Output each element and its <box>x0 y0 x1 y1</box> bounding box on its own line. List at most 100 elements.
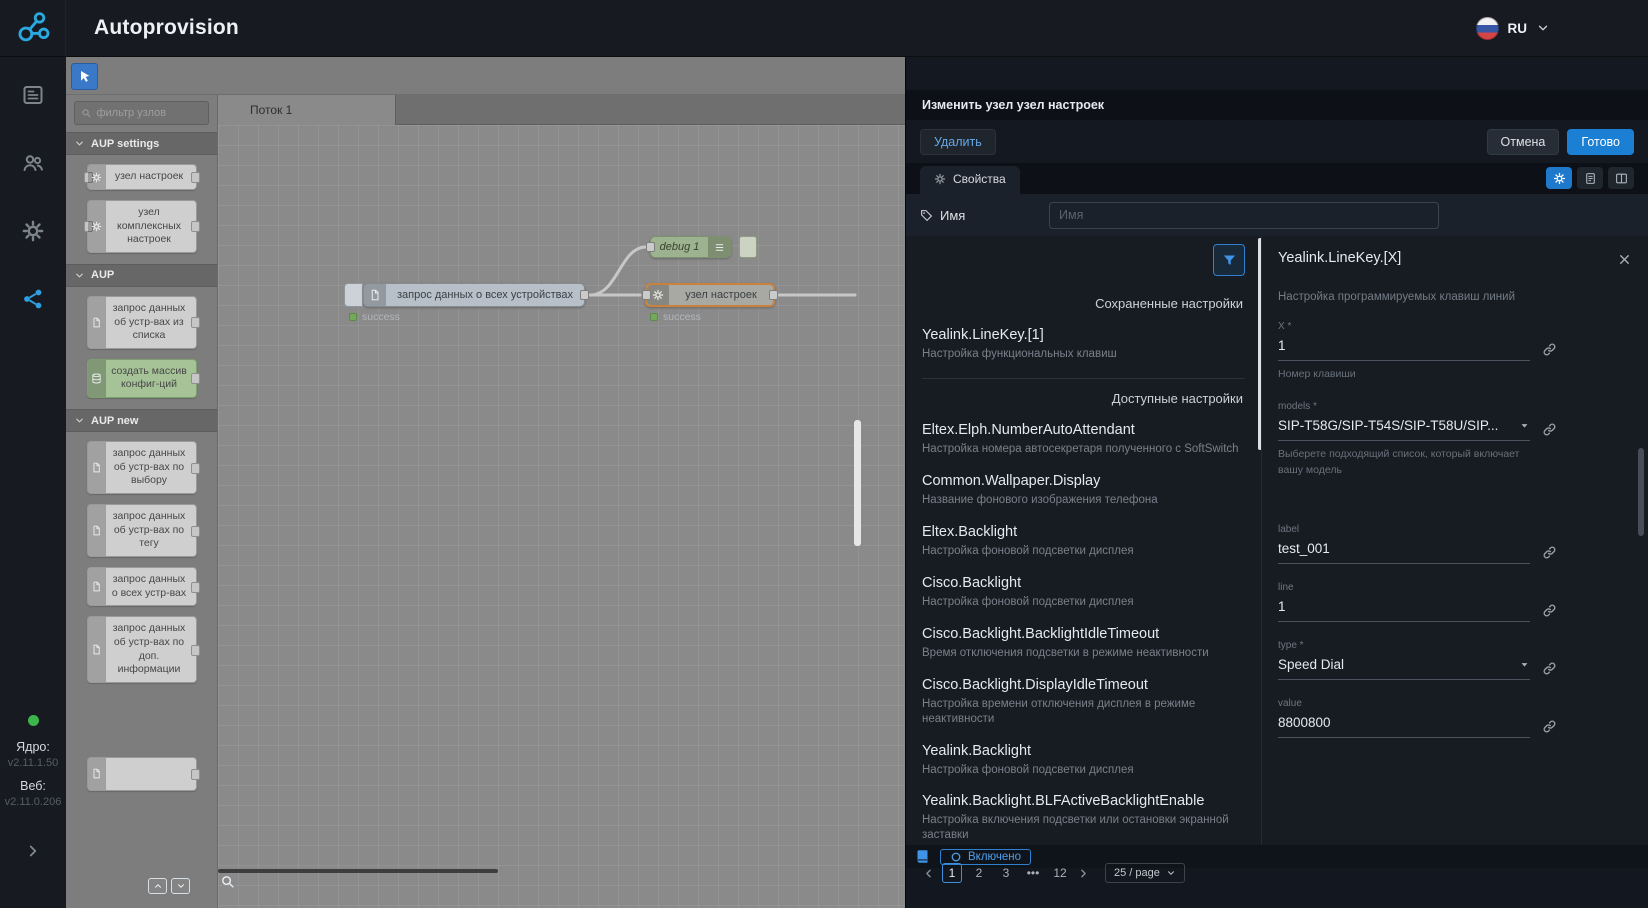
list-item-subtitle: Настройка фоновой подсветки дисплея <box>922 763 1245 778</box>
palette-node-request-list[interactable]: запрос данных об устр-вах из списка <box>87 296 197 349</box>
pagination-next-button[interactable] <box>1077 867 1090 880</box>
flow-wires <box>218 125 905 908</box>
list-item-title: Yealink.Backlight <box>922 743 1245 759</box>
pagination-page-2[interactable]: 2 <box>969 863 989 883</box>
pagination-page-1[interactable]: 1 <box>942 863 962 883</box>
rail-item-users[interactable] <box>13 143 53 183</box>
canvas-vertical-scrollbar[interactable] <box>854 420 861 546</box>
delete-button[interactable]: Удалить <box>920 129 996 155</box>
canvas-horizontal-scrollbar[interactable] <box>218 869 498 873</box>
description-view-button[interactable] <box>1577 167 1603 189</box>
flow-canvas[interactable]: запрос данных о всех устройствах success… <box>218 125 905 908</box>
palette-node-request-by-extra-info[interactable]: запрос данных об устр-вах по доп. информ… <box>87 616 197 683</box>
flow-node-label: запрос данных о всех устройствах <box>386 284 584 306</box>
pagination-page-12[interactable]: 12 <box>1050 863 1070 883</box>
palette-section-aup-settings[interactable]: AUP settings <box>66 132 217 155</box>
link-icon[interactable] <box>1542 603 1557 618</box>
pagination-page-3[interactable]: 3 <box>996 863 1016 883</box>
done-button[interactable]: Готово <box>1567 129 1634 155</box>
input-port[interactable] <box>642 290 651 300</box>
chevron-down-icon <box>74 415 85 426</box>
output-port[interactable] <box>769 290 778 300</box>
expand-all-button[interactable] <box>171 878 190 894</box>
pagination-prev-button[interactable] <box>922 867 935 880</box>
appearance-view-button[interactable] <box>1608 167 1634 189</box>
value-input[interactable]: 8800800 <box>1278 715 1530 738</box>
pointer-tool-button[interactable] <box>71 63 98 90</box>
detail-title: Yealink.LineKey.[X] <box>1278 250 1401 266</box>
field-helper: Номер клавиши <box>1278 367 1530 383</box>
palette-node-label: запрос данных о всех устр-вах <box>110 573 189 600</box>
palette-node-create-config-array[interactable]: создать массив конфиг-ций <box>87 359 197 398</box>
file-icon <box>88 568 106 605</box>
palette-section-items: запрос данных об устр-вах из списка созд… <box>66 287 217 409</box>
palette-node-settings[interactable]: узел настроек <box>87 164 197 190</box>
list-item[interactable]: Common.Wallpaper.Display Название фоново… <box>922 467 1245 518</box>
node-status: success <box>349 311 400 323</box>
collapse-rail-chevron-icon[interactable] <box>24 842 42 860</box>
list-item[interactable]: Cisco.Backlight Настройка фоновой подсве… <box>922 569 1245 620</box>
node-trigger-button[interactable] <box>344 283 363 307</box>
language-switcher[interactable]: RU <box>1476 17 1551 40</box>
debug-toggle-button[interactable] <box>739 236 757 258</box>
models-select[interactable]: SIP-T58G/SIP-T54S/SIP-T58U/SIP... <box>1278 418 1530 441</box>
x-input[interactable]: 1 <box>1278 338 1530 361</box>
saved-settings-header: Сохраненные настройки <box>922 284 1245 321</box>
list-item[interactable]: Yealink.Backlight Настройка фоновой подс… <box>922 737 1245 788</box>
users-icon <box>21 151 45 175</box>
list-item[interactable]: Cisco.Backlight.DisplayIdleTimeout Настр… <box>922 671 1245 737</box>
flow-node-settings-selected[interactable]: узел настроек <box>645 283 775 307</box>
list-item-subtitle: Настройка функциональных клавиш <box>922 347 1245 362</box>
rail-item-dashboard[interactable] <box>13 75 53 115</box>
palette-node-request-by-tag[interactable]: запрос данных об устр-вах по тегу <box>87 504 197 557</box>
palette-node-complex-settings[interactable]: узел комплексных настроек <box>87 200 197 253</box>
web-label: Веб: <box>20 779 46 793</box>
app-logo[interactable] <box>0 0 66 57</box>
tab-properties[interactable]: Свойства <box>920 166 1020 194</box>
flow-node-request-all-devices[interactable]: запрос данных о всех устройствах <box>363 283 585 307</box>
filter-button[interactable] <box>1213 244 1245 276</box>
rail-item-flows[interactable] <box>13 279 53 319</box>
line-input[interactable]: 1 <box>1278 599 1530 622</box>
list-item-saved[interactable]: Yealink.LineKey.[1] Настройка функционал… <box>922 321 1245 372</box>
search-icon <box>81 107 91 119</box>
detail-scrollbar[interactable] <box>1638 448 1644 536</box>
cancel-button[interactable]: Отмена <box>1487 129 1560 155</box>
page-size-select[interactable]: 25 / page <box>1105 863 1185 883</box>
link-icon[interactable] <box>1542 422 1557 437</box>
output-port[interactable] <box>580 290 589 300</box>
link-icon[interactable] <box>1542 661 1557 676</box>
type-select[interactable]: Speed Dial <box>1278 657 1530 680</box>
palette-node-partially-visible[interactable] <box>87 757 197 791</box>
link-icon[interactable] <box>1542 342 1557 357</box>
close-detail-button[interactable] <box>1617 252 1632 267</box>
canvas-zoom-button[interactable] <box>220 874 235 889</box>
flow-tab[interactable]: Поток 1 <box>218 95 396 125</box>
file-icon <box>88 297 106 348</box>
link-icon[interactable] <box>1542 545 1557 560</box>
label-input[interactable]: test_001 <box>1278 541 1530 564</box>
document-icon <box>1584 172 1597 185</box>
field-label: type * <box>1278 640 1632 651</box>
list-item[interactable]: Eltex.Backlight Настройка фоновой подсве… <box>922 518 1245 569</box>
list-item[interactable]: Eltex.Elph.NumberAutoAttendant Настройка… <box>922 416 1245 467</box>
pagination-ellipsis[interactable]: ••• <box>1023 863 1043 883</box>
flow-node-debug[interactable]: debug 1 <box>650 236 731 258</box>
palette-node-request-by-choice[interactable]: запрос данных об устр-вах по выбору <box>87 441 197 494</box>
list-item-title: Eltex.Backlight <box>922 524 1245 540</box>
palette-node-label: запрос данных об устр-вах по тегу <box>110 510 189 551</box>
properties-view-button[interactable] <box>1546 167 1572 189</box>
link-icon[interactable] <box>1542 719 1557 734</box>
palette-search-box[interactable] <box>74 101 209 125</box>
palette-search-input[interactable] <box>96 107 202 119</box>
input-port[interactable] <box>646 242 655 252</box>
field-helper: Выберете подходящий список, который вклю… <box>1278 447 1530 479</box>
list-item[interactable]: Yealink.Backlight.BLFActiveBacklightEnab… <box>922 787 1245 853</box>
collapse-all-button[interactable] <box>148 878 167 894</box>
palette-node-request-all[interactable]: запрос данных о всех устр-вах <box>87 567 197 606</box>
list-item[interactable]: Cisco.Backlight.BacklightIdleTimeout Вре… <box>922 620 1245 671</box>
rail-item-settings[interactable] <box>13 211 53 251</box>
name-input[interactable] <box>1049 202 1439 229</box>
palette-section-aup-new[interactable]: AUP new <box>66 409 217 432</box>
palette-section-aup[interactable]: AUP <box>66 264 217 287</box>
